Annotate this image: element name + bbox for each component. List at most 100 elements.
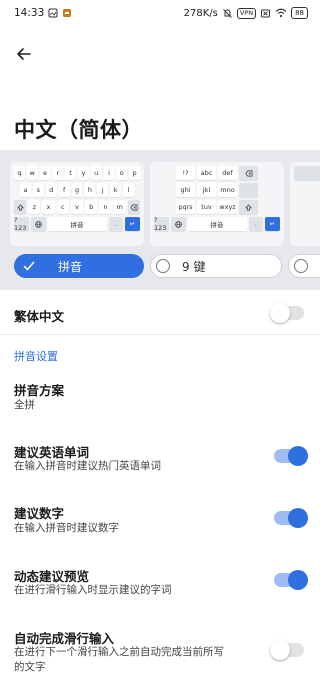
auto-complete-desc-line2: 的文字	[14, 661, 46, 673]
t9-key: pqrs	[176, 200, 195, 214]
globe-key	[170, 217, 186, 231]
letter-key: r	[52, 166, 64, 180]
layout-option-label: 9 键	[182, 259, 206, 274]
backspace-icon	[244, 170, 252, 176]
layout-option-other[interactable]	[288, 254, 320, 278]
layout-option-pinyin[interactable]: 拼音	[14, 254, 144, 278]
num-key: ?123	[14, 216, 29, 232]
letter-key: x	[42, 200, 55, 214]
letter-key: i	[103, 166, 115, 180]
letter-key: h	[84, 183, 96, 197]
shift-icon	[245, 203, 252, 210]
traditional-chinese-toggle[interactable]	[270, 303, 304, 323]
auto-complete-toggle[interactable]	[270, 640, 304, 660]
letter-key: o	[116, 166, 128, 180]
keyboard-preview-other[interactable]	[290, 162, 320, 246]
qwerty-row-2: asdfghjkl	[14, 183, 140, 197]
suggest-numbers-toggle[interactable]	[274, 508, 308, 528]
status-right: 278K/s VPN 88	[184, 7, 308, 19]
letter-key: e	[39, 166, 51, 180]
globe-icon	[174, 220, 182, 228]
pinyin-scheme-title: 拼音方案	[14, 383, 65, 398]
gesture-preview-toggle[interactable]	[274, 570, 308, 590]
num-key: ?123	[154, 216, 169, 232]
t9-key: mno	[218, 183, 237, 197]
divider	[0, 334, 320, 335]
other-row-1	[294, 166, 320, 180]
traditional-chinese-label: 繁体中文	[14, 309, 65, 324]
letter-key: j	[97, 183, 109, 197]
status-bar: 14:33 278K/s VPN 88	[0, 0, 320, 26]
qwerty-row-3: zxcvbnm	[14, 200, 140, 214]
mute-bell-icon	[222, 8, 233, 19]
toggle-knob	[270, 303, 290, 323]
shift-icon	[16, 203, 24, 210]
suggest-english-desc: 在输入拼音时建议热门英语单词	[14, 460, 161, 472]
wifi-icon	[275, 8, 287, 18]
keyboard-preview-qwerty[interactable]: qwertyuiop asdfghjkl zxcvbnm ?123 拼音 . ↵	[10, 162, 144, 246]
toggle-knob	[288, 508, 308, 528]
auto-complete-desc-line1: 在进行下一个滑行输入之前自动完成当前所写	[14, 646, 224, 658]
back-button[interactable]	[10, 40, 38, 68]
letter-key: y	[77, 166, 89, 180]
suggest-numbers-title: 建议数字	[14, 506, 65, 521]
suggest-english-toggle[interactable]	[274, 446, 308, 466]
letter-key: s	[32, 183, 44, 197]
clear-key	[239, 183, 258, 197]
arrow-left-icon	[17, 48, 31, 60]
t9-row-3: pqrs tuv wxyz	[154, 200, 280, 214]
layout-option-9key[interactable]: 9 键	[150, 254, 282, 278]
letter-key: a	[20, 183, 31, 197]
letter-key: d	[45, 183, 57, 197]
letter-key: l	[123, 183, 135, 197]
letter-key: b	[85, 200, 98, 214]
letter-key: v	[70, 200, 84, 214]
letter-key: k	[110, 183, 122, 197]
shift-key	[14, 200, 27, 214]
keyboard-preview-9key[interactable]: !? abc def ghi jkl mno pqrs tuv wxyz ?123 拼音 .…	[150, 162, 284, 246]
suggest-numbers-desc: 在输入拼音时建议数字	[14, 522, 119, 534]
t9-key: abc	[197, 166, 216, 180]
app-notification-icon	[62, 8, 72, 18]
qwerty-row-1: qwertyuiop	[14, 166, 140, 180]
backspace-key	[239, 166, 258, 180]
t9-key: ghi	[176, 183, 195, 197]
period-key: .	[108, 217, 124, 231]
letter-key: c	[56, 200, 69, 214]
letter-key: g	[71, 183, 83, 197]
backspace-key	[127, 200, 140, 214]
page-title: 中文（简体）	[14, 118, 143, 142]
pinyin-scheme-value: 全拼	[14, 399, 35, 411]
letter-key: q	[14, 166, 25, 180]
period-key: .	[248, 217, 264, 231]
no-sim-icon	[260, 8, 271, 19]
letter-key: m	[113, 200, 126, 214]
t9-row-1: !? abc def	[154, 166, 280, 180]
qwerty-bottom-row: ?123 拼音 . ↵	[14, 216, 140, 232]
toggle-knob	[288, 570, 308, 590]
network-speed: 278K/s	[183, 7, 218, 19]
key	[294, 166, 320, 180]
battery-level: 88	[291, 7, 308, 19]
t9-key: !?	[176, 166, 195, 180]
keyboard-layout-carousel[interactable]: qwertyuiop asdfghjkl zxcvbnm ?123 拼音 . ↵…	[0, 150, 320, 290]
gesture-preview-desc: 在进行滑行输入时显示建议的字词	[14, 584, 172, 596]
t9-key: jkl	[197, 183, 216, 197]
check-icon	[23, 261, 35, 271]
gallery-notification-icon	[48, 8, 58, 18]
t9-key: wxyz	[218, 200, 237, 214]
space-key: 拼音	[47, 217, 107, 231]
pinyin-settings-header: 拼音设置	[14, 350, 58, 363]
letter-key: n	[99, 200, 112, 214]
letter-key: w	[26, 166, 38, 180]
status-time: 14:33	[14, 7, 45, 19]
status-left: 14:33	[14, 7, 72, 19]
toggle-knob	[288, 446, 308, 466]
letter-key: f	[58, 183, 70, 197]
enter-key: ↵	[125, 217, 140, 231]
letter-key: u	[90, 166, 102, 180]
t9-key: def	[218, 166, 237, 180]
shift-key	[239, 200, 258, 214]
letter-key: z	[28, 200, 41, 214]
toggle-knob	[270, 640, 290, 660]
